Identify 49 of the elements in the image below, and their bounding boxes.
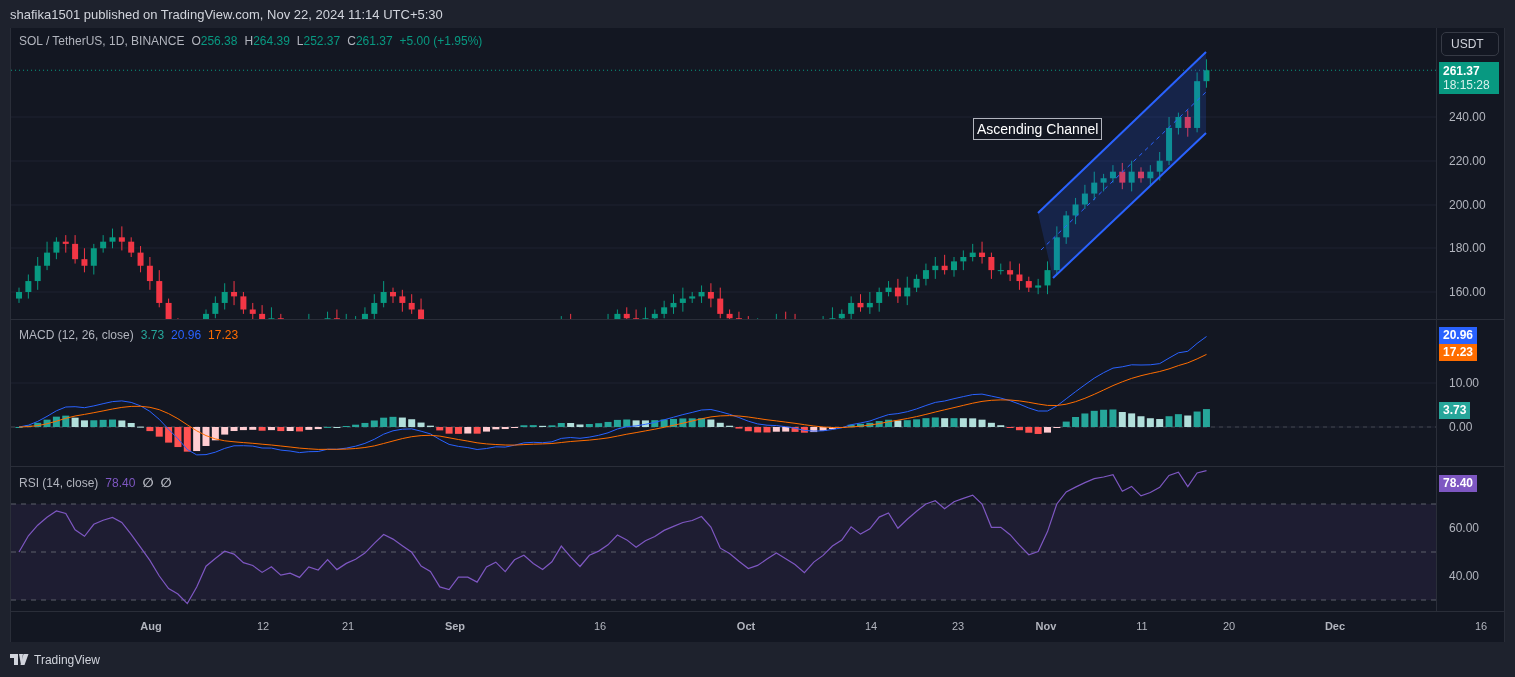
macd-value: 20.96	[171, 328, 202, 342]
price-tick: 160.00	[1449, 285, 1486, 299]
rsi-tick: 60.00	[1449, 521, 1480, 535]
macd-badge: 20.96	[1439, 327, 1478, 344]
time-tick: Oct	[736, 620, 756, 632]
rsi-value: ∅	[160, 475, 172, 490]
price-change: +5.00 (+1.95%)	[399, 34, 483, 48]
channel-label: Ascending Channel	[973, 118, 1103, 140]
publish-info: shafika1501 published on TradingView.com, Nov 22, 2024 11:14 UTC+5:30	[10, 6, 443, 22]
macd-value: 17.23	[208, 328, 239, 342]
price-tick: 220.00	[1449, 154, 1486, 168]
ohlc-value: 252.37	[303, 34, 341, 48]
macd-tick: 10.00	[1449, 376, 1480, 390]
time-tick: 16	[593, 620, 607, 632]
rsi-badge: 78.40	[1439, 475, 1478, 492]
macd-badge: 3.73	[1439, 402, 1471, 419]
time-tick: 20	[1222, 620, 1236, 632]
time-tick: Dec	[1324, 620, 1346, 632]
macd-title: MACD (12, 26, close)	[19, 328, 134, 342]
macd-badge: 17.23	[1439, 344, 1478, 361]
time-tick: 11	[1136, 620, 1148, 632]
time-tick: 21	[341, 620, 355, 632]
rsi-value: 78.40	[105, 475, 136, 490]
time-tick: Sep	[444, 620, 466, 632]
time-tick: Aug	[140, 620, 162, 632]
time-tick: Nov	[1035, 620, 1057, 632]
ohlc-value: 256.38	[200, 34, 238, 48]
time-tick: 12	[256, 620, 270, 632]
rsi-tick: 40.00	[1449, 569, 1480, 583]
brand-name: TradingView	[34, 652, 101, 667]
price-tick: 240.00	[1449, 110, 1486, 124]
time-tick: 14	[864, 620, 878, 632]
time-tick: 16	[1474, 620, 1488, 632]
ohlc-label: C	[347, 34, 356, 48]
symbol-title: SOL / TetherUS, 1D, BINANCE	[19, 34, 185, 48]
currency-button[interactable]: USDT	[1441, 32, 1499, 56]
ohlc-label: O	[191, 34, 201, 48]
rsi-value: ∅	[142, 475, 154, 490]
rsi-title: RSI (14, close)	[19, 475, 99, 490]
price-tick: 200.00	[1449, 198, 1486, 212]
ohlc-value: 261.37	[355, 34, 393, 48]
macd-tick: 0.00	[1449, 420, 1473, 434]
price-tick: 180.00	[1449, 241, 1486, 255]
ohlc-label: L	[296, 34, 304, 48]
ohlc-value: 264.39	[253, 34, 290, 48]
time-tick: 23	[951, 620, 965, 632]
ohlc-label: H	[244, 34, 254, 48]
last-price-badge: 261.37 18:15:28	[1439, 62, 1499, 94]
macd-value: 3.73	[140, 328, 165, 342]
